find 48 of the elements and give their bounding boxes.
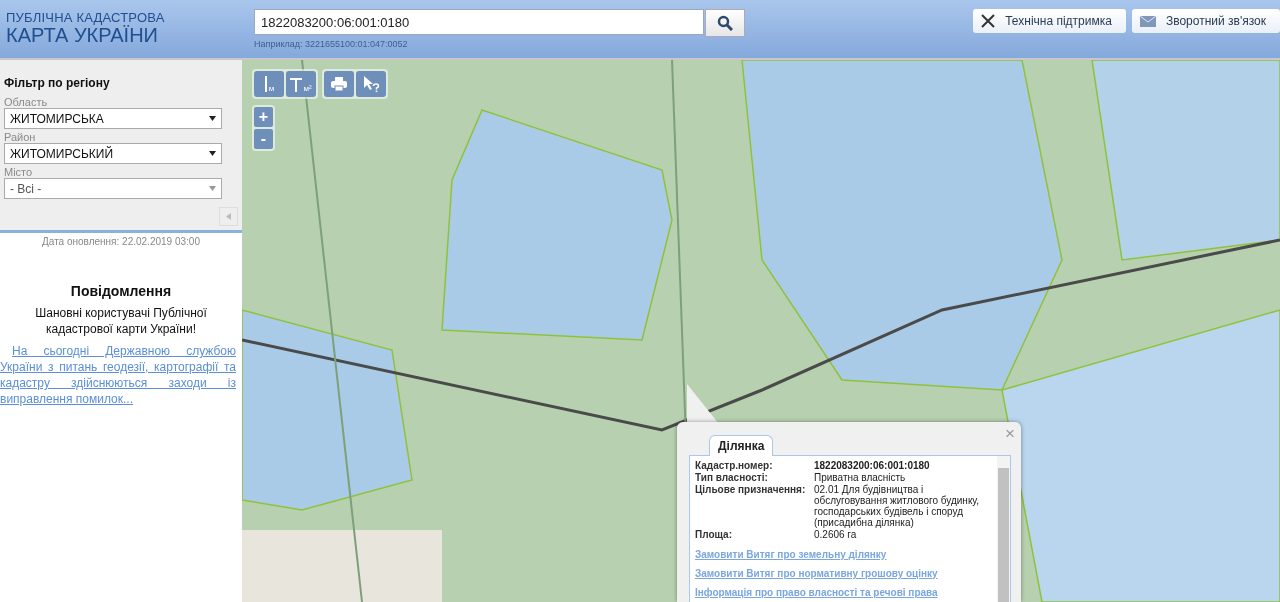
region-select[interactable]: ЖИТОМИРСЬКА xyxy=(4,108,222,129)
field-label: Цільове призначення: xyxy=(695,484,807,497)
order-link[interactable]: Інформація про право власності та речові права xyxy=(695,587,938,598)
support-button[interactable]: Технічна підтримка xyxy=(973,9,1126,33)
field-label: Площа: xyxy=(695,529,733,540)
pointer-help-icon xyxy=(362,75,380,93)
dropdown-caret-icon xyxy=(209,151,216,156)
collapse-button[interactable] xyxy=(219,207,238,226)
region-select[interactable]: ЖИТОМИРСЬКИЙ xyxy=(4,143,222,164)
field-value: 02.01 Для будівництва і обслуговування житлового будинку, господарських будівель і споруд (присадибна ділянка) xyxy=(814,484,981,528)
field-value: 0.2606 га xyxy=(814,529,858,540)
logo-title: КАРТА УКРАЇНИ xyxy=(6,25,158,45)
envelope-icon xyxy=(1139,15,1156,27)
measure-icon xyxy=(290,76,303,92)
dropdown-caret-icon xyxy=(209,116,216,121)
zoom-in-button[interactable]: + xyxy=(254,107,273,127)
logo-text: ПУБЛІЧНА КАДАСТРОВА xyxy=(6,10,166,25)
zoom-out-button[interactable]: - xyxy=(254,129,273,149)
field-label: Район xyxy=(4,131,36,143)
notice-link[interactable]: На сьогодні Державною службою України з питань геодезії, картографії та кадастру здійснюються заходи із виправлення помилок... xyxy=(0,343,236,407)
order-link[interactable]: Замовити Витяг про земельну ділянку xyxy=(695,549,887,560)
filter-title: Фільтр по регіону xyxy=(4,76,110,90)
info-button[interactable] xyxy=(356,71,386,97)
field-label: Місто xyxy=(4,166,33,178)
dropdown-caret-icon xyxy=(209,186,216,191)
notice-title: Повідомлення xyxy=(70,283,172,299)
measure-distance-button[interactable]: м xyxy=(254,71,284,97)
close-button[interactable]: × xyxy=(1005,424,1015,444)
parcel-tab[interactable]: Ділянка xyxy=(709,435,774,456)
field-label: Кадастр.номер: xyxy=(695,460,774,471)
update-date: Дата оновлення: 22.02.2019 03:00 xyxy=(42,236,200,247)
field-value: 1822083200:06:001:0180 xyxy=(814,460,931,471)
search-hint: Наприклад: 3221655100:01:047:0052 xyxy=(254,39,408,49)
scrollbar[interactable] xyxy=(997,456,1010,602)
feedback-button[interactable]: Зворотний зв'язок xyxy=(1131,9,1280,33)
field-label: Область xyxy=(4,96,48,108)
notice-text: Шановні користувачі Публічної кадастрової карти України! xyxy=(34,305,208,337)
field-value: Приватна власність xyxy=(814,472,907,483)
tools-icon xyxy=(981,14,996,28)
measure-area-button[interactable]: м² xyxy=(286,71,316,97)
order-link[interactable]: Замовити Витяг про нормативну грошову оцінку xyxy=(695,568,938,579)
search-field[interactable]: 1822083200:06:001:0180 xyxy=(254,9,704,35)
print-icon xyxy=(331,77,347,91)
print-button[interactable] xyxy=(324,71,354,97)
search-button[interactable] xyxy=(705,9,745,37)
search-icon xyxy=(717,15,733,31)
field-label: Тип власності: xyxy=(695,472,769,483)
left-triangle-icon xyxy=(226,212,231,220)
